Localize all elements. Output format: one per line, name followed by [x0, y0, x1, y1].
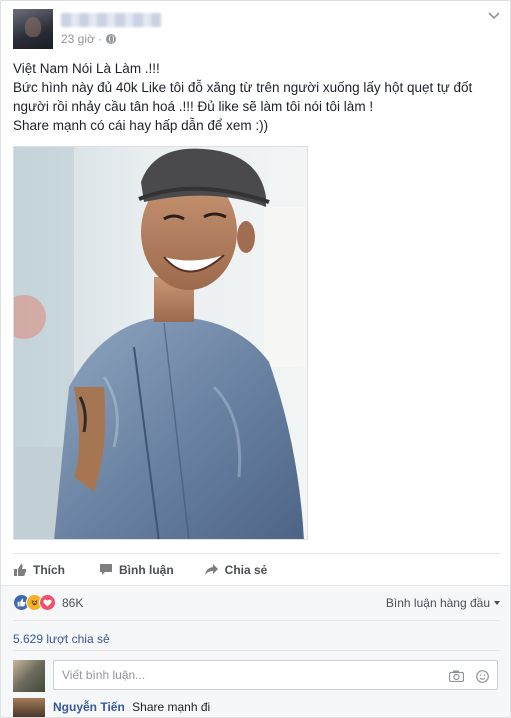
comment-input[interactable]: Viết bình luận... [53, 660, 498, 690]
share-button[interactable]: Chia sẻ [204, 562, 268, 577]
chevron-down-icon[interactable] [488, 11, 500, 21]
author-name-blurred[interactable] [61, 13, 161, 27]
post-text-line: Bức hình này đủ 40k Like tôi đỗ xăng từ … [13, 80, 473, 95]
like-label: Thích [33, 562, 65, 577]
divider [13, 620, 500, 621]
comment-item: Nguyễn Tiến Share mạnh đi [13, 698, 500, 717]
emoji-icon[interactable] [476, 670, 489, 683]
post-timestamp[interactable]: 23 giờ · [61, 32, 117, 46]
feedback-section: 86K Bình luận hàng đầu 5.629 lượt chia s… [1, 585, 510, 717]
thumbs-up-icon [14, 563, 27, 576]
post-header: 23 giờ · [13, 9, 500, 53]
post-text-line: Việt Nam Nói Là Làm .!!! [13, 61, 160, 76]
post-text-line: người rồi nhảy cầu tân hoá .!!! Đủ like … [13, 99, 374, 114]
comment-button[interactable]: Bình luận [99, 563, 174, 577]
share-label: Chia sẻ [224, 562, 268, 577]
comment-composer: Viết bình luận... [13, 658, 500, 692]
author-avatar[interactable] [13, 9, 53, 49]
facebook-post: 23 giờ · Việt Nam Nói Là Làm .!!! Bức hì… [0, 0, 511, 718]
viewer-avatar[interactable] [13, 660, 45, 692]
comment-content: Nguyễn Tiến Share mạnh đi [53, 700, 210, 714]
like-button[interactable]: Thích [13, 563, 65, 577]
post-body-text: Việt Nam Nói Là Làm .!!! Bức hình này đủ… [13, 59, 500, 135]
love-reaction-icon [39, 594, 56, 611]
timestamp-text[interactable]: 23 giờ · [61, 32, 102, 46]
share-count-link[interactable]: 5.629 lượt chia sẻ [13, 632, 110, 646]
comment-sort-label: Bình luận hàng đầu [385, 596, 490, 610]
selfie-photo-illustration [14, 147, 307, 539]
comment-sort-dropdown[interactable]: Bình luận hàng đầu [386, 596, 500, 610]
post-text-line: Share mạnh có cái hay hấp dẫn để xem :)) [13, 118, 269, 133]
reaction-count[interactable]: 86K [62, 596, 83, 610]
divider [13, 650, 500, 651]
share-arrow-icon [204, 564, 218, 575]
reaction-summary[interactable]: 86K [13, 594, 83, 611]
comment-icon [100, 564, 112, 575]
globe-icon [106, 34, 117, 44]
post-photo[interactable] [13, 146, 308, 540]
comment-text: Share mạnh đi [132, 700, 211, 714]
comment-author[interactable]: Nguyễn Tiến [53, 700, 125, 714]
comment-input-icons [449, 670, 489, 683]
comment-label: Bình luận [119, 562, 174, 577]
caret-down-icon [494, 601, 500, 605]
comment-input-placeholder: Viết bình luận... [62, 668, 146, 682]
post-action-bar: Thích Bình luận Chia sẻ [13, 553, 500, 581]
camera-icon[interactable] [449, 670, 464, 682]
commenter-avatar[interactable] [13, 698, 45, 717]
